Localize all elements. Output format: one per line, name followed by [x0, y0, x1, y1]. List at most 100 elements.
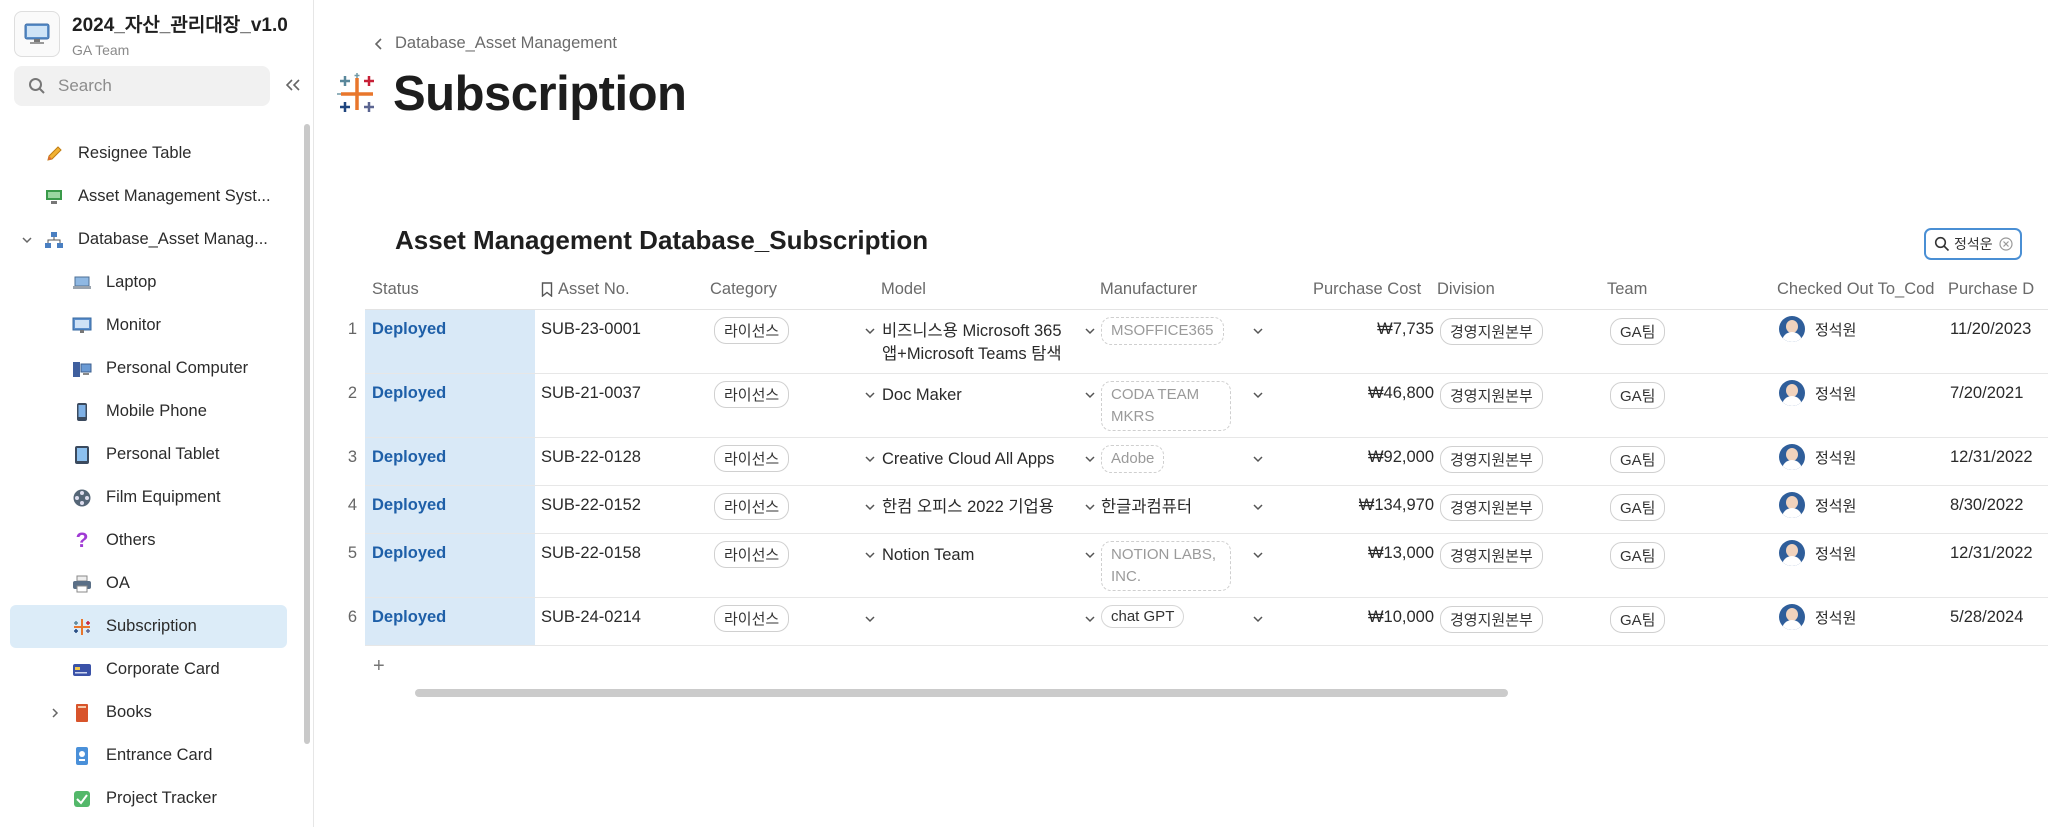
chevron-down-icon[interactable] [863, 324, 877, 338]
category-cell[interactable]: 라이선스 [714, 605, 790, 632]
sidebar-item-entrance-card[interactable]: Entrance Card [0, 734, 300, 777]
purchase-cost[interactable]: ₩13,000 [1294, 544, 1434, 563]
model-value[interactable]: Creative Cloud All Apps [882, 448, 1077, 471]
sidebar-scrollbar[interactable] [304, 124, 310, 744]
asset-number[interactable]: SUB-23-0001 [541, 320, 641, 339]
add-row-button[interactable]: + [373, 655, 385, 678]
purchase-cost[interactable]: ₩92,000 [1294, 448, 1434, 467]
chevron-down-icon[interactable] [1251, 452, 1265, 466]
manufacturer-cell[interactable]: 한글과컴퓨터 [1101, 493, 1192, 517]
chevron-down-icon[interactable] [1251, 324, 1265, 338]
clear-icon[interactable] [1999, 237, 2013, 251]
table-row[interactable]: 4 Deployed SUB-22-0152 라이선스 한컴 오피스 2022 기업용 한… [348, 486, 2048, 534]
purchase-date[interactable]: 12/31/2022 [1950, 544, 2033, 563]
sidebar-item-oa[interactable]: OA [0, 562, 300, 605]
checked-out-person[interactable]: 정석원 [1779, 380, 1856, 406]
chevron-down-icon[interactable] [1251, 388, 1265, 402]
column-header-status[interactable]: Status [372, 280, 419, 299]
checked-out-person[interactable]: 정석원 [1779, 492, 1856, 518]
division-cell[interactable]: 경영지원본부 [1440, 382, 1543, 409]
team-cell[interactable]: GA팀 [1610, 446, 1666, 473]
column-header-manufacturer[interactable]: Manufacturer [1100, 280, 1197, 299]
purchase-cost[interactable]: ₩10,000 [1294, 608, 1434, 627]
sidebar-item-monitor[interactable]: Monitor [0, 304, 300, 347]
division-cell[interactable]: 경영지원본부 [1440, 606, 1543, 633]
division-cell[interactable]: 경영지원본부 [1440, 494, 1543, 521]
breadcrumb[interactable]: Database_Asset Management [375, 34, 617, 53]
workspace-header[interactable]: 2024_자산_관리대장_v1.0 GA Team [14, 10, 288, 58]
division-cell[interactable]: 경영지원본부 [1440, 446, 1543, 473]
chevron-down-icon[interactable] [1083, 548, 1097, 562]
chevron-right-icon[interactable] [48, 706, 62, 720]
chevron-down-icon[interactable] [1083, 452, 1097, 466]
manufacturer-cell[interactable]: Adobe [1101, 445, 1165, 473]
table-row[interactable]: 3 Deployed SUB-22-0128 라이선스 Creative Cloud A… [348, 438, 2048, 486]
team-cell[interactable]: GA팀 [1610, 542, 1666, 569]
checked-out-person[interactable]: 정석원 [1779, 604, 1856, 630]
division-cell[interactable]: 경영지원본부 [1440, 318, 1543, 345]
purchase-date[interactable]: 7/20/2021 [1950, 384, 2023, 403]
purchase-date[interactable]: 11/20/2023 [1950, 320, 2031, 339]
checked-out-person[interactable]: 정석원 [1779, 444, 1856, 470]
chevron-down-icon[interactable] [863, 548, 877, 562]
purchase-date[interactable]: 12/31/2022 [1950, 448, 2033, 467]
table-horizontal-scrollbar[interactable] [415, 689, 1508, 697]
model-value[interactable]: Doc Maker [882, 384, 1077, 407]
column-header-purchase-date[interactable]: Purchase D [1948, 280, 2034, 299]
sidebar-item-mobile-phone[interactable]: Mobile Phone [0, 390, 300, 433]
chevron-down-icon[interactable] [1251, 500, 1265, 514]
table-row[interactable]: 6 Deployed SUB-24-0214 라이선스 chat GPT ₩10,000 경… [348, 598, 2048, 646]
division-cell[interactable]: 경영지원본부 [1440, 542, 1543, 569]
asset-number[interactable]: SUB-22-0158 [541, 544, 641, 563]
chevron-down-icon[interactable] [1083, 324, 1097, 338]
sidebar-item-laptop[interactable]: Laptop [0, 261, 300, 304]
collapse-sidebar-icon[interactable] [282, 74, 304, 96]
search-filter-chip[interactable]: 정석운 [1924, 228, 2022, 260]
breadcrumb-link[interactable]: Database_Asset Management [395, 34, 617, 53]
sidebar-item-corporate-card[interactable]: Corporate Card [0, 648, 300, 691]
column-header-purchase-cost[interactable]: Purchase Cost [1313, 280, 1421, 299]
team-cell[interactable]: GA팀 [1610, 494, 1666, 521]
asset-number[interactable]: SUB-21-0037 [541, 384, 641, 403]
chevron-down-icon[interactable] [863, 452, 877, 466]
asset-number[interactable]: SUB-22-0152 [541, 496, 641, 515]
table-row[interactable]: 2 Deployed SUB-21-0037 라이선스 Doc Maker CODA TE… [348, 374, 2048, 438]
chevron-down-icon[interactable] [1083, 388, 1097, 402]
chevron-down-icon[interactable] [863, 612, 877, 626]
column-header-division[interactable]: Division [1437, 280, 1495, 299]
purchase-cost[interactable]: ₩46,800 [1294, 384, 1434, 403]
sidebar-item-personal-computer[interactable]: Personal Computer [0, 347, 300, 390]
category-cell[interactable]: 라이선스 [714, 541, 790, 568]
category-cell[interactable]: 라이선스 [714, 493, 790, 520]
chevron-down-icon[interactable] [1083, 500, 1097, 514]
team-cell[interactable]: GA팀 [1610, 382, 1666, 409]
manufacturer-cell[interactable]: MSOFFICE365 [1101, 317, 1224, 345]
sidebar-item-resignee-table[interactable]: Resignee Table [0, 132, 300, 175]
chevron-down-icon[interactable] [1251, 548, 1265, 562]
table-row[interactable]: 5 Deployed SUB-22-0158 라이선스 Notion Team NOTIO… [348, 534, 2048, 598]
manufacturer-cell[interactable]: CODA TEAM MKRS [1101, 381, 1231, 431]
sidebar-item-others[interactable]: ? Others [0, 519, 300, 562]
team-cell[interactable]: GA팀 [1610, 318, 1666, 345]
sidebar-item-subscription[interactable]: Subscription [10, 605, 287, 648]
team-cell[interactable]: GA팀 [1610, 606, 1666, 633]
chevron-down-icon[interactable] [863, 388, 877, 402]
category-cell[interactable]: 라이선스 [714, 317, 790, 344]
purchase-date[interactable]: 8/30/2022 [1950, 496, 2023, 515]
chevron-down-icon[interactable] [1251, 612, 1265, 626]
purchase-date[interactable]: 5/28/2024 [1950, 608, 2023, 627]
asset-number[interactable]: SUB-22-0128 [541, 448, 641, 467]
column-header-model[interactable]: Model [881, 280, 926, 299]
manufacturer-cell[interactable]: NOTION LABS, INC. [1101, 541, 1231, 591]
sidebar-item-database-asset-management[interactable]: Database_Asset Manag... [0, 218, 300, 261]
model-value[interactable]: Notion Team [882, 544, 1077, 567]
sidebar-item-personal-tablet[interactable]: Personal Tablet [0, 433, 300, 476]
category-cell[interactable]: 라이선스 [714, 445, 790, 472]
purchase-cost[interactable]: ₩7,735 [1294, 320, 1434, 339]
checked-out-person[interactable]: 정석원 [1779, 316, 1856, 342]
chevron-down-icon[interactable] [1083, 612, 1097, 626]
column-header-checked-out-to[interactable]: Checked Out To_Cod [1777, 280, 1934, 299]
column-header-asset-no[interactable]: Asset No. [541, 280, 630, 299]
sidebar-search[interactable]: Search [14, 66, 270, 106]
sidebar-item-film-equipment[interactable]: Film Equipment [0, 476, 300, 519]
